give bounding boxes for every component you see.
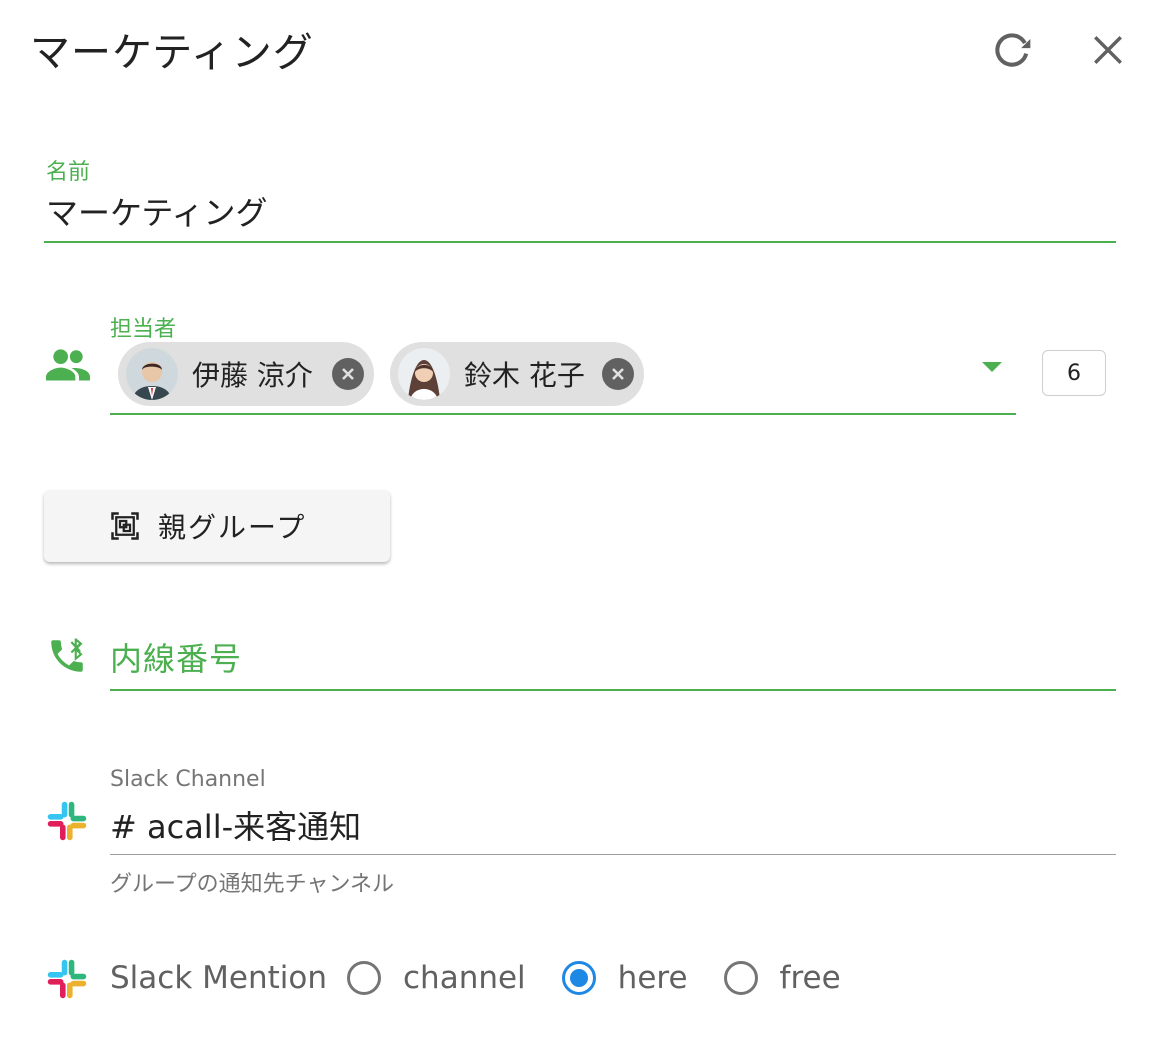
name-input[interactable]: マーケティング: [46, 188, 267, 234]
parent-group-label: 親グループ: [158, 511, 307, 544]
radio-channel-label[interactable]: channel: [403, 960, 526, 996]
close-button[interactable]: [1080, 22, 1136, 78]
refresh-icon: [995, 33, 1031, 67]
close-icon: [1094, 36, 1122, 64]
slack-channel-input[interactable]: # acall-来客通知: [110, 802, 361, 848]
radio-channel[interactable]: [347, 961, 381, 995]
extension-underline: [110, 689, 1116, 691]
avatar: [398, 348, 450, 400]
assignee-count: 6: [1042, 350, 1106, 396]
parent-group-button[interactable]: 親グループ: [44, 490, 390, 562]
radio-free-label[interactable]: free: [780, 960, 841, 996]
radio-free[interactable]: [723, 961, 758, 995]
people-icon: [46, 346, 90, 386]
remove-chip-icon[interactable]: [332, 358, 364, 390]
slack-icon: [46, 800, 88, 846]
refresh-button[interactable]: [984, 22, 1040, 78]
slack-mention-label: Slack Mention: [110, 960, 327, 996]
assignee-underline: [110, 413, 1016, 415]
extension-number-input[interactable]: 内線番号: [110, 634, 242, 680]
slack-channel-hint: グループの通知先チャンネル: [110, 872, 395, 897]
assignee-label: 担当者: [110, 317, 177, 342]
radio-here[interactable]: [561, 961, 596, 995]
page-title: マーケティング: [30, 30, 314, 76]
name-underline: [44, 241, 1116, 243]
assignee-chip[interactable]: 伊藤 涼介: [118, 342, 374, 406]
chip-name: 伊藤 涼介: [192, 359, 313, 392]
remove-chip-icon[interactable]: [602, 358, 634, 390]
dropdown-arrow-icon[interactable]: [982, 362, 1002, 372]
radio-selected-dot: [569, 969, 588, 987]
slack-channel-label: Slack Channel: [110, 767, 266, 792]
name-label: 名前: [46, 160, 91, 185]
radio-here-label[interactable]: here: [618, 960, 688, 996]
slack-icon: [46, 958, 88, 1004]
slack-channel-underline: [110, 854, 1116, 855]
group-frame-icon: [110, 511, 140, 541]
slack-mention-group: Slack Mention channel here free: [110, 954, 877, 1002]
assignee-chip[interactable]: 鈴木 花子: [390, 342, 644, 406]
chip-name: 鈴木 花子: [464, 359, 585, 392]
phone-bluetooth-icon: [46, 634, 88, 682]
avatar: [126, 348, 178, 400]
